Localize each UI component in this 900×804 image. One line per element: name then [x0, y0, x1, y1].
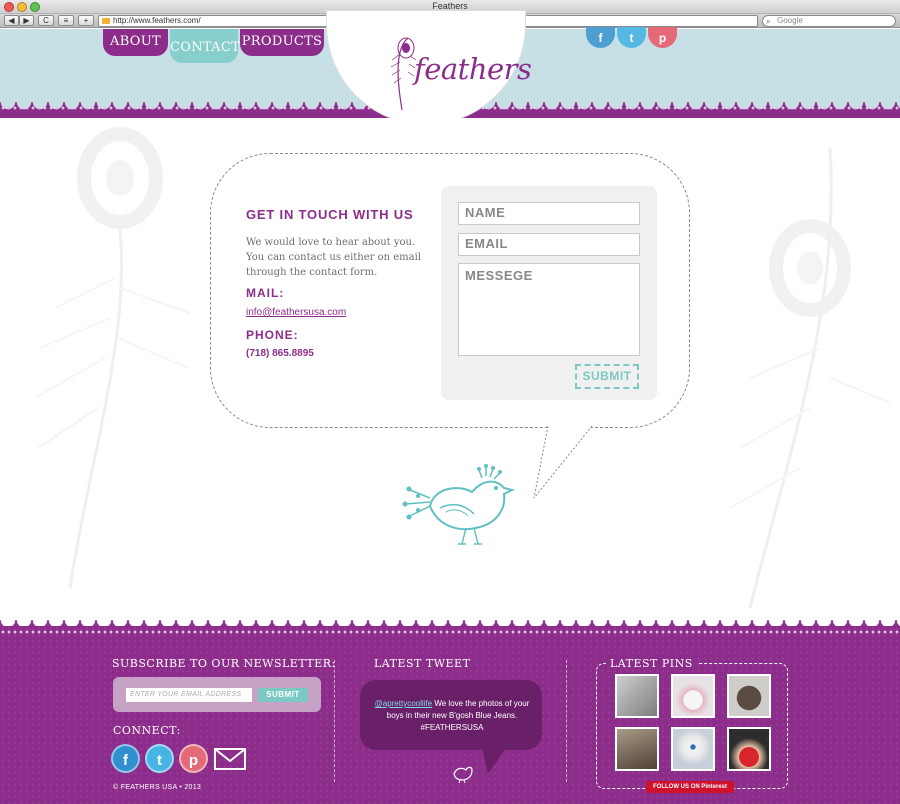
pin-thumbnail[interactable] [671, 674, 715, 718]
bird-icon [402, 464, 515, 545]
phone-number: (718) 865.8895 [246, 348, 314, 359]
pinterest-follow-button[interactable]: FOLLOW US ON Pinterest [646, 781, 734, 793]
nav-products[interactable]: PRODUCTS [240, 29, 324, 56]
add-bookmark-button[interactable]: + [78, 15, 94, 26]
newsletter-heading: SUBSCRIBE TO OUR NEWSLETTER: [112, 657, 336, 670]
pin-thumbnail[interactable] [671, 727, 715, 771]
email-field[interactable]: EMAIL [458, 233, 640, 256]
footer-divider [334, 660, 335, 782]
footer-scallop-dots [0, 630, 900, 634]
feather-background-icon [729, 148, 891, 608]
pins-heading: LATEST PINS [606, 657, 697, 670]
twitter-icon[interactable]: t [145, 744, 174, 773]
tweet-handle-link[interactable]: @aprettycoollife [375, 699, 432, 708]
logo-wordmark[interactable]: feathers [414, 52, 532, 86]
search-placeholder: Google [777, 16, 803, 25]
contact-intro: We would love to hear about you. You can… [246, 237, 421, 278]
pin-thumbnail[interactable] [615, 674, 659, 718]
speech-bubble-tail [533, 424, 593, 499]
mail-icon[interactable] [214, 748, 246, 770]
footer-scallop-border [0, 620, 900, 630]
mail-label: MAIL: [246, 286, 285, 300]
pinterest-icon[interactable]: p [179, 744, 208, 773]
folder-icon [102, 18, 110, 24]
pin-thumbnail[interactable] [615, 727, 659, 771]
feather-background-icon [34, 127, 191, 589]
reload-button[interactable]: C [38, 15, 54, 26]
tweet-content: @aprettycoollife We love the photos of y… [368, 698, 536, 734]
contact-heading: GET IN TOUCH WITH US [246, 207, 414, 222]
address-text: http://www.feathers.com/ [113, 16, 201, 25]
name-field[interactable]: NAME [458, 202, 640, 225]
reader-button[interactable]: ≡ [58, 15, 74, 26]
back-button[interactable]: ◀ [4, 15, 19, 26]
pin-thumbnail[interactable] [727, 674, 771, 718]
search-icon: ⌕ [766, 17, 771, 26]
tweet-heading: LATEST TWEET [374, 657, 471, 670]
reader-icon: ≡ [63, 16, 69, 25]
submit-button[interactable]: SUBMIT [575, 364, 639, 389]
nav-about[interactable]: ABOUT [103, 29, 168, 56]
nav-contact[interactable]: CONTACT [170, 29, 240, 63]
newsletter-submit-button[interactable]: SUBMIT [258, 688, 308, 702]
footer-divider [566, 660, 567, 782]
tweet-bubble-tail [482, 748, 506, 774]
copyright: © FEATHERS USA • 2013 [113, 784, 202, 791]
newsletter-email-input[interactable]: ENTER YOUR EMAIL ADDRESS [126, 688, 252, 702]
connect-heading: CONNECT: [113, 724, 181, 737]
email-link[interactable]: info@feathersusa.com [246, 307, 346, 318]
forward-button[interactable]: ▶ [19, 15, 34, 26]
phone-label: PHONE: [246, 328, 299, 342]
search-field[interactable]: ⌕ Google [762, 15, 896, 27]
pin-thumbnail[interactable] [727, 727, 771, 771]
message-field[interactable]: MESSEGE [458, 263, 640, 356]
bird-icon [453, 766, 473, 784]
facebook-icon[interactable]: f [111, 744, 140, 773]
